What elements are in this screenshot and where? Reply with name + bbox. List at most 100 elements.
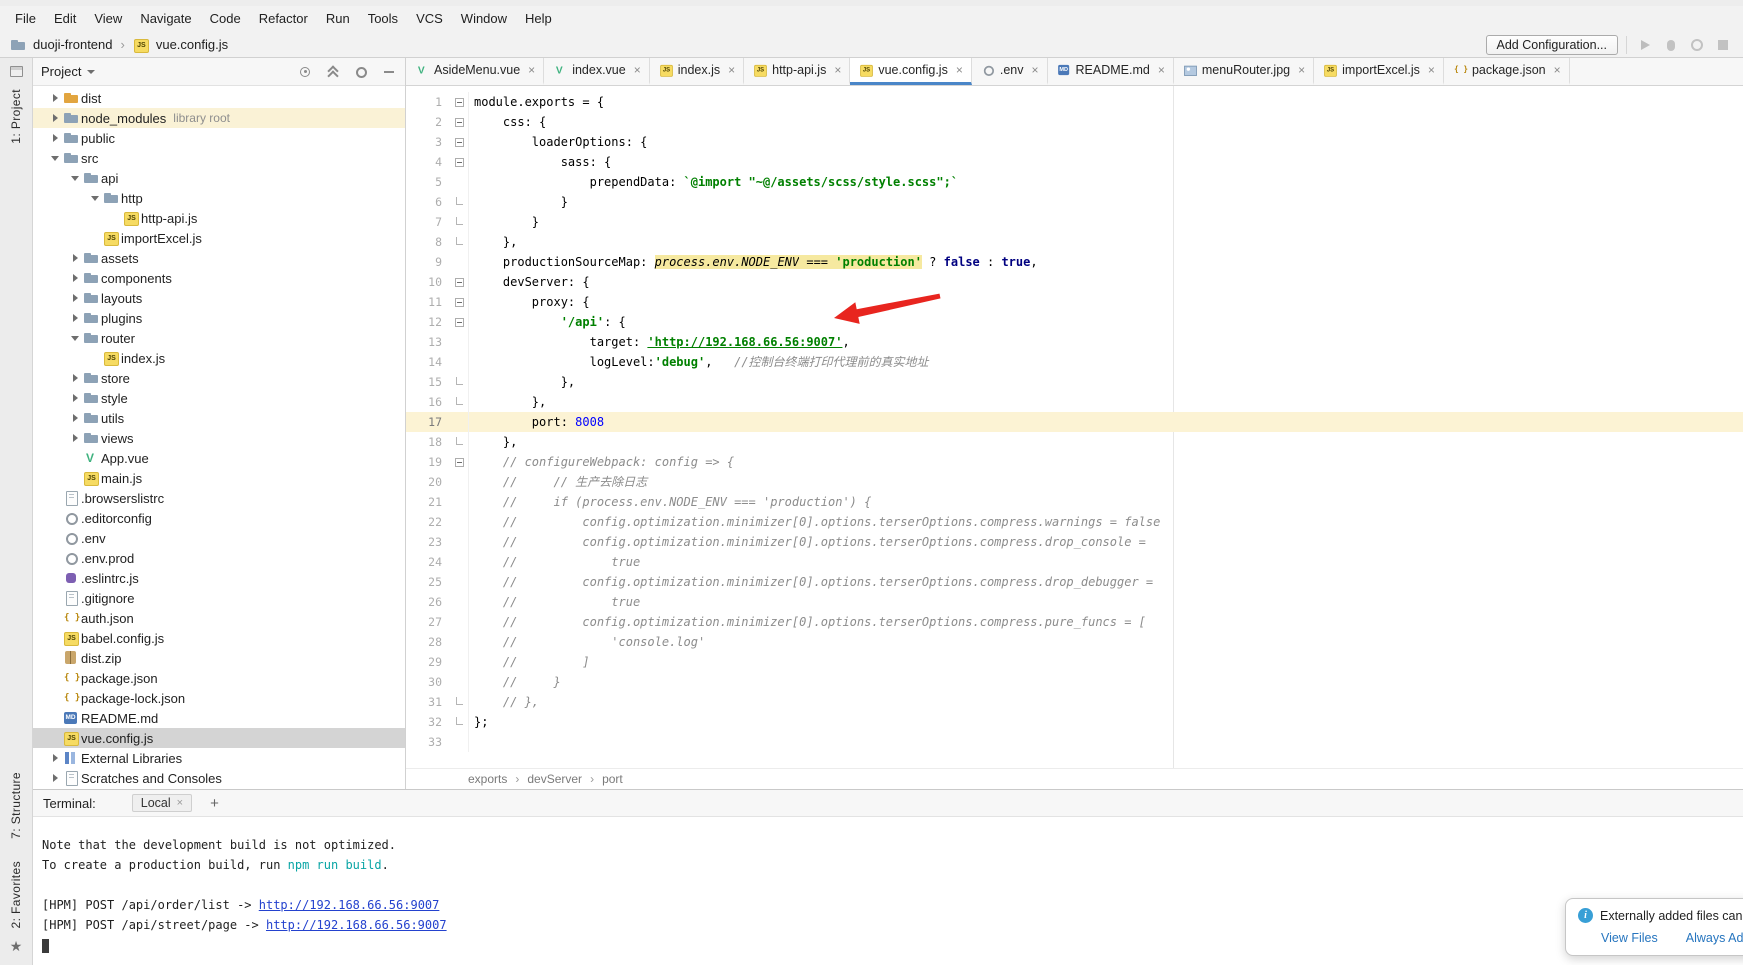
- tree-item-package-json[interactable]: package.json: [33, 668, 405, 688]
- tree-item-dist-zip[interactable]: dist.zip: [33, 648, 405, 668]
- line-number[interactable]: 17: [406, 412, 450, 432]
- fold-collapse-icon[interactable]: [450, 452, 468, 472]
- line-number[interactable]: 19: [406, 452, 450, 472]
- add-configuration-button[interactable]: Add Configuration...: [1486, 35, 1619, 55]
- line-number[interactable]: 30: [406, 672, 450, 692]
- fold-end-icon[interactable]: [450, 432, 468, 452]
- editor-body[interactable]: 1module.exports = {2 css: {3 loaderOptio…: [406, 86, 1743, 768]
- chevron-collapsed-icon[interactable]: [67, 250, 83, 266]
- tree-item-scratches-and-consoles[interactable]: Scratches and Consoles: [33, 768, 405, 788]
- line-number[interactable]: 24: [406, 552, 450, 572]
- terminal-link[interactable]: http://192.168.66.56:9007: [266, 918, 447, 932]
- debug-icon[interactable]: [1661, 35, 1681, 55]
- new-terminal-button[interactable]: +: [210, 795, 219, 812]
- tree-item-gitignore[interactable]: .gitignore: [33, 588, 405, 608]
- fold-collapse-icon[interactable]: [450, 312, 468, 332]
- fold-collapse-icon[interactable]: [450, 292, 468, 312]
- chevron-down-icon[interactable]: [87, 70, 95, 74]
- tab-close-icon[interactable]: ×: [1428, 64, 1435, 76]
- tree-item-vue-config-js[interactable]: vue.config.js: [33, 728, 405, 748]
- tree-item-http[interactable]: http: [33, 188, 405, 208]
- tree-item-node-modules[interactable]: node_moduleslibrary root: [33, 108, 405, 128]
- chevron-collapsed-icon[interactable]: [67, 290, 83, 306]
- line-number[interactable]: 32: [406, 712, 450, 732]
- favorites-star-icon[interactable]: ★: [10, 938, 23, 955]
- fold-end-icon[interactable]: [450, 212, 468, 232]
- tree-item-store[interactable]: store: [33, 368, 405, 388]
- menu-item-help[interactable]: Help: [516, 6, 561, 32]
- hide-icon[interactable]: [381, 64, 397, 80]
- tree-item-package-lock-json[interactable]: package-lock.json: [33, 688, 405, 708]
- tab-vue-config-js[interactable]: vue.config.js×: [850, 58, 972, 85]
- tree-item-app-vue[interactable]: App.vue: [33, 448, 405, 468]
- tool-window-button-project[interactable]: 1: Project: [9, 89, 23, 144]
- breadcrumb-item-exports[interactable]: exports: [468, 772, 507, 786]
- line-number[interactable]: 7: [406, 212, 450, 232]
- tree-item-external-libraries[interactable]: External Libraries: [33, 748, 405, 768]
- chevron-collapsed-icon[interactable]: [67, 390, 83, 406]
- tree-item-http-api-js[interactable]: http-api.js: [33, 208, 405, 228]
- tab-index-vue[interactable]: index.vue×: [544, 58, 650, 85]
- fold-end-icon[interactable]: [450, 192, 468, 212]
- chevron-expanded-icon[interactable]: [67, 170, 83, 186]
- tab-close-icon[interactable]: ×: [728, 64, 735, 76]
- line-number[interactable]: 13: [406, 332, 450, 352]
- tree-item-style[interactable]: style: [33, 388, 405, 408]
- menu-item-vcs[interactable]: VCS: [407, 6, 452, 32]
- run-icon[interactable]: [1635, 35, 1655, 55]
- tab-close-icon[interactable]: ×: [956, 64, 963, 76]
- tab-importexcel-js[interactable]: importExcel.js×: [1314, 58, 1444, 85]
- menu-item-code[interactable]: Code: [201, 6, 250, 32]
- line-number[interactable]: 9: [406, 252, 450, 272]
- tool-window-button-structure[interactable]: 7: Structure: [9, 772, 23, 839]
- chevron-collapsed-icon[interactable]: [47, 750, 63, 766]
- terminal-tab-local[interactable]: Local ×: [132, 794, 192, 812]
- terminal-link[interactable]: http://192.168.66.56:9007: [259, 898, 440, 912]
- tree-item-utils[interactable]: utils: [33, 408, 405, 428]
- close-icon[interactable]: ×: [177, 797, 183, 809]
- tab-index-js[interactable]: index.js×: [650, 58, 744, 85]
- line-number[interactable]: 12: [406, 312, 450, 332]
- line-number[interactable]: 6: [406, 192, 450, 212]
- line-number[interactable]: 22: [406, 512, 450, 532]
- tree-item-browserslistrc[interactable]: .browserslistrc: [33, 488, 405, 508]
- line-number[interactable]: 18: [406, 432, 450, 452]
- tree-item-main-js[interactable]: main.js: [33, 468, 405, 488]
- chevron-collapsed-icon[interactable]: [67, 370, 83, 386]
- chevron-collapsed-icon[interactable]: [47, 110, 63, 126]
- locate-icon[interactable]: [297, 64, 313, 80]
- tab-http-api-js[interactable]: http-api.js×: [744, 58, 850, 85]
- tree-item-layouts[interactable]: layouts: [33, 288, 405, 308]
- tab-asidemenu-vue[interactable]: AsideMenu.vue×: [406, 58, 544, 85]
- fold-end-icon[interactable]: [450, 692, 468, 712]
- tab-env[interactable]: .env×: [972, 58, 1048, 85]
- always-add-link[interactable]: Always Add: [1686, 931, 1743, 945]
- fold-end-icon[interactable]: [450, 712, 468, 732]
- tree-item-plugins[interactable]: plugins: [33, 308, 405, 328]
- tree-item-index-js[interactable]: index.js: [33, 348, 405, 368]
- line-number[interactable]: 1: [406, 92, 450, 112]
- tree-item-env-prod[interactable]: .env.prod: [33, 548, 405, 568]
- terminal-output[interactable]: Note that the development build is not o…: [33, 817, 1743, 965]
- tree-item-public[interactable]: public: [33, 128, 405, 148]
- fold-collapse-icon[interactable]: [450, 272, 468, 292]
- line-number[interactable]: 16: [406, 392, 450, 412]
- tree-item-dist[interactable]: dist: [33, 88, 405, 108]
- stop-icon[interactable]: [1713, 35, 1733, 55]
- chevron-expanded-icon[interactable]: [87, 190, 103, 206]
- menu-item-view[interactable]: View: [85, 6, 131, 32]
- menu-item-window[interactable]: Window: [452, 6, 516, 32]
- tab-menurouter-jpg[interactable]: menuRouter.jpg×: [1174, 58, 1314, 85]
- chevron-collapsed-icon[interactable]: [47, 770, 63, 786]
- line-number[interactable]: 2: [406, 112, 450, 132]
- tree-item-components[interactable]: components: [33, 268, 405, 288]
- menu-item-run[interactable]: Run: [317, 6, 359, 32]
- tab-close-icon[interactable]: ×: [1554, 64, 1561, 76]
- tree-item-api[interactable]: api: [33, 168, 405, 188]
- tab-package-json[interactable]: package.json×: [1444, 58, 1570, 85]
- breadcrumb-item-devserver[interactable]: devServer: [527, 772, 582, 786]
- line-number[interactable]: 10: [406, 272, 450, 292]
- tree-item-babel-config-js[interactable]: babel.config.js: [33, 628, 405, 648]
- chevron-expanded-icon[interactable]: [47, 150, 63, 166]
- chevron-collapsed-icon[interactable]: [67, 270, 83, 286]
